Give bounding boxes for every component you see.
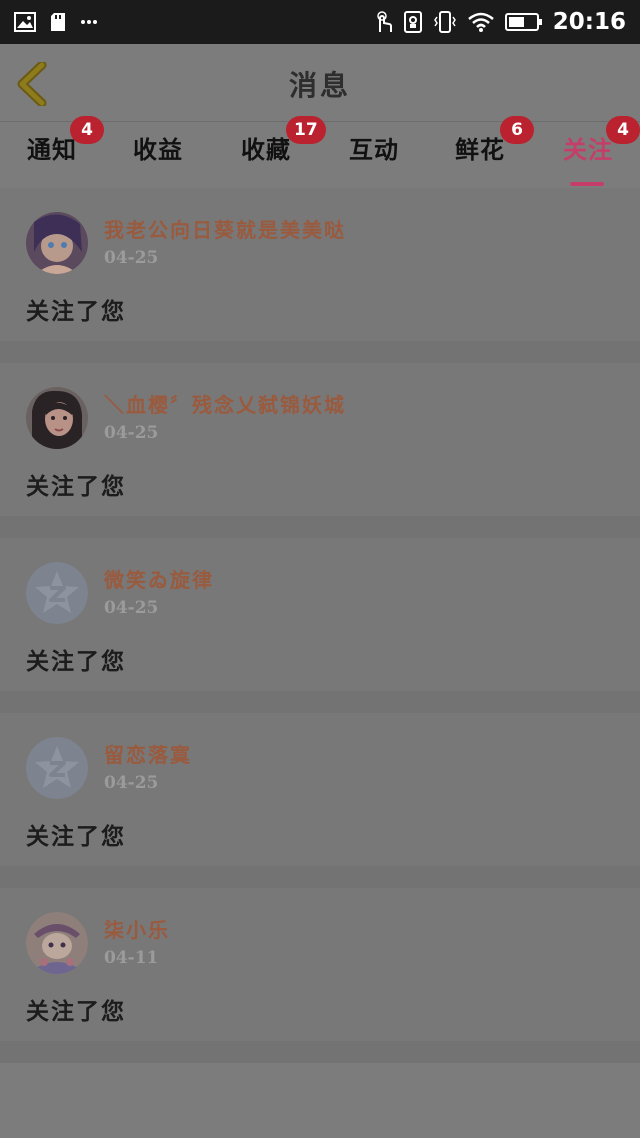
- default-avatar-icon[interactable]: [26, 737, 88, 799]
- avatar[interactable]: [26, 387, 88, 449]
- avatar[interactable]: [26, 912, 88, 974]
- clock: 20:16: [552, 9, 626, 35]
- tab-label: 互动: [349, 135, 399, 164]
- more-icon: [80, 19, 98, 25]
- divider: [0, 691, 640, 713]
- divider: [0, 516, 640, 538]
- username[interactable]: 柒小乐: [104, 914, 170, 943]
- timestamp: 04-11: [104, 948, 159, 968]
- notification-text: 关注了您: [26, 473, 126, 500]
- timestamp: 04-25: [104, 598, 159, 618]
- divider: [0, 1041, 640, 1063]
- tab-bar: 通知 4 收益 收藏 17 互动 鲜花 6 关注 4: [0, 116, 640, 188]
- notification-text: 关注了您: [26, 998, 126, 1025]
- timestamp: 04-25: [104, 248, 159, 268]
- header-bar: 消息: [0, 44, 640, 122]
- tab-favorites[interactable]: 收藏 17: [226, 116, 326, 186]
- tab-badge: 6: [500, 116, 534, 144]
- image-icon: [14, 12, 36, 32]
- avatar[interactable]: [26, 212, 88, 274]
- tab-badge: 4: [606, 116, 640, 144]
- tab-earnings[interactable]: 收益: [118, 130, 198, 186]
- sd-card-icon: [50, 12, 66, 32]
- default-avatar-icon[interactable]: [26, 562, 88, 624]
- battery-icon: [504, 12, 543, 32]
- list-item[interactable]: ＼血樱〞残念乂弑锦妖城 04-25 关注了您: [0, 363, 640, 538]
- tab-interactions[interactable]: 互动: [334, 130, 414, 186]
- divider: [0, 341, 640, 363]
- notification-text: 关注了您: [26, 648, 126, 675]
- username[interactable]: 留恋落寞: [104, 739, 192, 768]
- portrait-lock-icon: [403, 11, 423, 33]
- tab-flowers[interactable]: 鲜花 6: [440, 116, 534, 186]
- list-item[interactable]: 留恋落寞 04-25 关注了您: [0, 713, 640, 888]
- status-bar: 20:16: [0, 0, 640, 44]
- username[interactable]: ＼血樱〞残念乂弑锦妖城: [104, 389, 346, 418]
- timestamp: 04-25: [104, 773, 159, 793]
- tab-following[interactable]: 关注 4: [548, 116, 640, 186]
- list-item[interactable]: 微笑ゐ旋律 04-25 关注了您: [0, 538, 640, 713]
- tab-notifications[interactable]: 通知 4: [12, 116, 104, 186]
- list-item[interactable]: 我老公向日葵就是美美哒 04-25 关注了您: [0, 188, 640, 363]
- tab-label: 收益: [133, 135, 183, 164]
- active-tab-indicator: [570, 182, 604, 186]
- notification-text: 关注了您: [26, 823, 126, 850]
- message-list: 我老公向日葵就是美美哒 04-25 关注了您 ＼血樱〞残念乂弑锦妖城 04-25…: [0, 188, 640, 1063]
- touch-icon: [373, 10, 393, 34]
- username[interactable]: 我老公向日葵就是美美哒: [104, 214, 346, 243]
- vibrate-icon: [433, 11, 457, 33]
- tab-badge: 4: [70, 116, 104, 144]
- notification-text: 关注了您: [26, 298, 126, 325]
- wifi-icon: [467, 11, 495, 33]
- page-title: 消息: [288, 69, 351, 102]
- tab-badge: 17: [286, 116, 326, 144]
- username[interactable]: 微笑ゐ旋律: [104, 564, 214, 593]
- list-item[interactable]: 柒小乐 04-11 关注了您: [0, 888, 640, 1063]
- timestamp: 04-25: [104, 423, 159, 443]
- divider: [0, 866, 640, 888]
